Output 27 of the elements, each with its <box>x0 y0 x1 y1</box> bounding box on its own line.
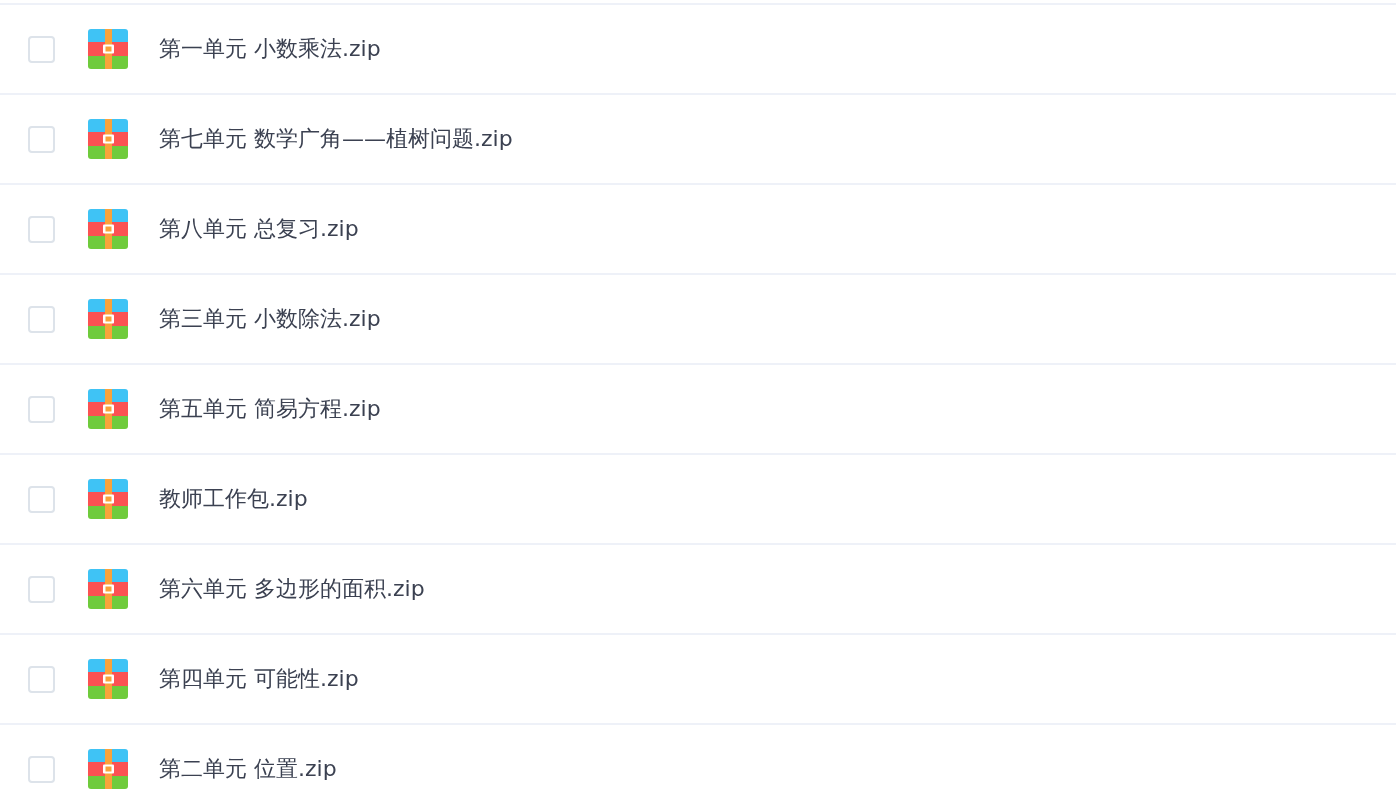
file-name[interactable]: 第七单元 数学广角——植树问题.zip <box>159 124 513 154</box>
archive-icon <box>88 119 128 159</box>
checkbox[interactable] <box>28 575 55 603</box>
checkbox[interactable] <box>28 305 55 333</box>
checkbox[interactable] <box>28 665 55 693</box>
checkbox[interactable] <box>28 35 55 63</box>
file-name[interactable]: 教师工作包.zip <box>159 484 308 514</box>
file-name[interactable]: 第一单元 小数乘法.zip <box>159 34 381 64</box>
file-name[interactable]: 第八单元 总复习.zip <box>159 214 359 244</box>
archive-icon <box>88 569 128 609</box>
archive-icon <box>88 29 128 69</box>
file-name[interactable]: 第三单元 小数除法.zip <box>159 304 381 334</box>
archive-icon <box>88 209 128 249</box>
archive-icon <box>88 299 128 339</box>
archive-icon <box>88 389 128 429</box>
archive-icon <box>88 659 128 699</box>
checkbox[interactable] <box>28 755 55 783</box>
file-name[interactable]: 第四单元 可能性.zip <box>159 664 359 694</box>
checkbox[interactable] <box>28 485 55 513</box>
archive-icon <box>88 749 128 789</box>
checkbox[interactable] <box>28 215 55 243</box>
checkbox[interactable] <box>28 395 55 423</box>
file-name[interactable]: 第二单元 位置.zip <box>159 754 337 784</box>
checkbox[interactable] <box>28 125 55 153</box>
archive-icon <box>88 479 128 519</box>
file-name[interactable]: 第五单元 简易方程.zip <box>159 394 381 424</box>
file-name[interactable]: 第六单元 多边形的面积.zip <box>159 574 425 604</box>
